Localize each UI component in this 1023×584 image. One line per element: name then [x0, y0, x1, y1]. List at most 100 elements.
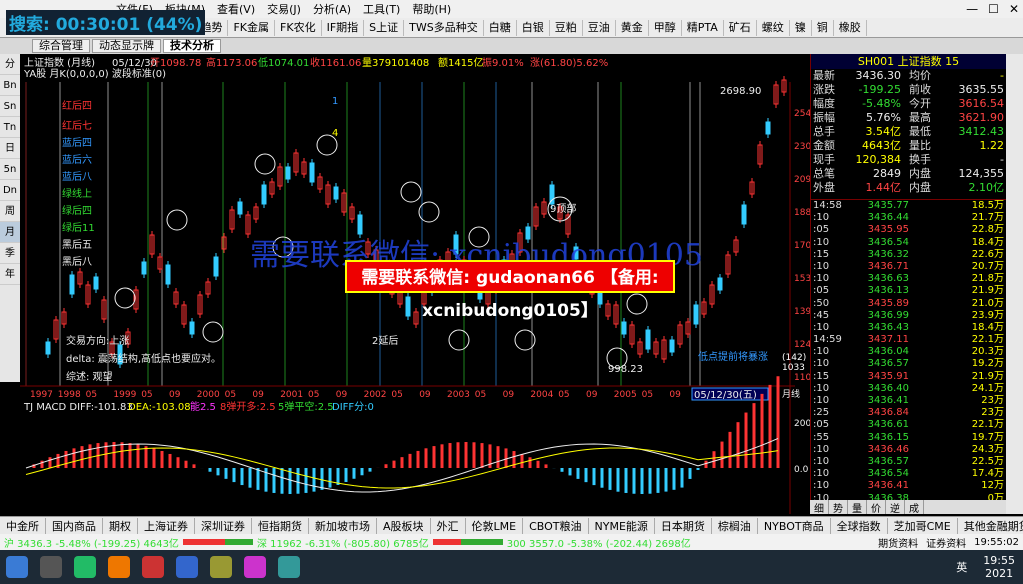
period-bn[interactable]: Bn [0, 75, 20, 96]
quote-key: 振幅 [813, 111, 835, 124]
app-icon[interactable] [108, 556, 130, 578]
tab-reverse[interactable]: 逆 [886, 500, 905, 515]
macd-header: TJ MACD DIFF:-101.83 [23, 402, 133, 413]
period-day[interactable]: 日 [0, 138, 20, 159]
tab-volume[interactable]: 量 [848, 500, 867, 515]
securities-info-link[interactable]: 证券资料 [922, 535, 970, 550]
toolbar-item[interactable]: 橡胶 [834, 19, 867, 36]
search-icon[interactable] [40, 556, 62, 578]
candle-body [645, 329, 651, 350]
tick-time: :05 [813, 224, 830, 236]
tick-time: :10 [813, 260, 830, 272]
market-tab[interactable]: NYBOT商品 [758, 517, 831, 534]
tick-list[interactable]: 14:58 3435.77 18.5万:10 3436.44 21.7万:05 3435.… [811, 199, 1006, 517]
market-tab[interactable]: 日本期货 [655, 517, 712, 534]
quote-key: 涨跌 [813, 83, 835, 96]
period-dn[interactable]: Dn [0, 180, 20, 201]
tab-detail[interactable]: 细 [810, 500, 829, 515]
market-tab[interactable]: 上海证券 [138, 517, 195, 534]
toolbar-item[interactable]: 甲醇 [649, 19, 682, 36]
app-icon[interactable] [278, 556, 300, 578]
menu-trade[interactable]: 交易(J) [261, 1, 307, 17]
market-tab[interactable]: 深圳证券 [195, 517, 252, 534]
period-month[interactable]: 月 [0, 222, 20, 243]
toolbar-item[interactable]: FK农化 [275, 19, 322, 36]
market-tab[interactable]: 全球指数 [831, 517, 888, 534]
period-tn[interactable]: Tn [0, 117, 20, 138]
toolbar-item[interactable]: 铜 [812, 19, 834, 36]
period-5n[interactable]: 5n [0, 159, 20, 180]
tab-price[interactable]: 价 [867, 500, 886, 515]
tab-overview[interactable]: 综合管理 [32, 39, 90, 53]
tab-deal[interactable]: 成 [905, 500, 924, 515]
app-icon[interactable] [244, 556, 266, 578]
app-icon[interactable] [210, 556, 232, 578]
futures-info-link[interactable]: 期货资料 [874, 535, 922, 550]
toolbar-item[interactable]: S上证 [364, 19, 405, 36]
toolbar-item[interactable]: 豆油 [583, 19, 616, 36]
market-tab[interactable]: CBOT粮油 [523, 517, 589, 534]
period-year[interactable]: 年 [0, 264, 20, 285]
toolbar-item[interactable]: 豆粕 [550, 19, 583, 36]
maximize-icon[interactable]: ☐ [988, 2, 999, 16]
tab-dynamic-board[interactable]: 动态显示牌 [92, 39, 161, 53]
delay-label: 2延后 [372, 335, 398, 347]
y-tick-label: 1889 [794, 208, 810, 218]
toolbar-item[interactable]: 白银 [517, 19, 550, 36]
market-tab[interactable]: 外汇 [431, 517, 466, 534]
period-sn[interactable]: Sn [0, 96, 20, 117]
app-icon[interactable] [176, 556, 198, 578]
menu-help[interactable]: 帮助(H) [406, 1, 457, 17]
close-icon[interactable]: ✕ [1009, 2, 1019, 16]
quote-value: 3621.90 [958, 111, 1005, 124]
sz-index-status: 深 11962 -6.31% (-805.80) 6785亿 [256, 538, 429, 550]
market-tab[interactable]: 伦敦LME [466, 517, 524, 534]
market-tab[interactable]: 恒指期货 [252, 517, 309, 534]
market-tab[interactable]: 棕榈油 [712, 517, 758, 534]
toolbar-item[interactable]: FK金属 [228, 19, 276, 36]
menu-view[interactable]: 查看(V) [211, 1, 261, 17]
market-tab[interactable]: 芝加哥CME [888, 517, 958, 534]
candle-body [93, 276, 99, 290]
clock[interactable]: 19:55 2021 [975, 554, 1023, 580]
minimize-icon[interactable]: — [966, 2, 978, 16]
app-icon[interactable] [142, 556, 164, 578]
market-tab[interactable]: 国内商品 [46, 517, 103, 534]
tab-trend[interactable]: 势 [829, 500, 848, 515]
tick-row: :10 3436.54 18.4万 [811, 237, 1006, 249]
quote-value: - [1000, 69, 1004, 82]
market-tab[interactable]: 新加坡市场 [309, 517, 377, 534]
period-week[interactable]: 周 [0, 201, 20, 222]
toolbar-item[interactable]: 白糖 [484, 19, 517, 36]
menu-tools[interactable]: 工具(T) [357, 1, 406, 17]
tick-row: :10 3436.54 17.4万 [811, 468, 1006, 480]
toolbar-item[interactable]: 黄金 [616, 19, 649, 36]
market-tab[interactable]: 其他金融期货 [958, 518, 1023, 534]
tick-row: :10 3436.57 19.2万 [811, 358, 1006, 370]
toolbar-item[interactable]: 矿石 [724, 19, 757, 36]
period-minute[interactable]: 分 [0, 54, 20, 75]
signal-note: 低点提前将暴涨 [698, 350, 768, 363]
market-tab[interactable]: 中金所 [0, 517, 46, 534]
market-tab[interactable]: A股板块 [377, 517, 431, 534]
market-tab[interactable]: 期权 [103, 517, 138, 534]
tick-volume: 21.9万 [971, 285, 1004, 297]
app-icon[interactable] [74, 556, 96, 578]
toolbar-item[interactable]: TWS多品种交 [404, 19, 484, 36]
start-icon[interactable] [6, 556, 28, 578]
toolbar-item[interactable]: 精PTA [682, 19, 724, 36]
toolbar-item[interactable]: 镍 [790, 19, 812, 36]
toolbar-item[interactable]: IF期指 [322, 19, 365, 36]
window-controls: — ☐ ✕ [966, 2, 1019, 16]
tab-technical-analysis[interactable]: 技术分析 [163, 39, 221, 53]
period-quarter[interactable]: 季 [0, 243, 20, 264]
vertical-scrollbar[interactable] [1006, 54, 1023, 514]
market-tab[interactable]: NYME能源 [589, 517, 655, 534]
tick-price: 3436.44 [867, 212, 909, 224]
menu-analysis[interactable]: 分析(A) [307, 1, 357, 17]
toolbar-item[interactable]: 螺纹 [757, 19, 790, 36]
input-language[interactable]: 英 [948, 559, 975, 575]
quote-value: 3635.55 [958, 83, 1005, 96]
macd-param: 5弹平空:2.5 [278, 400, 334, 413]
x-tick-label: 05 [475, 390, 486, 400]
